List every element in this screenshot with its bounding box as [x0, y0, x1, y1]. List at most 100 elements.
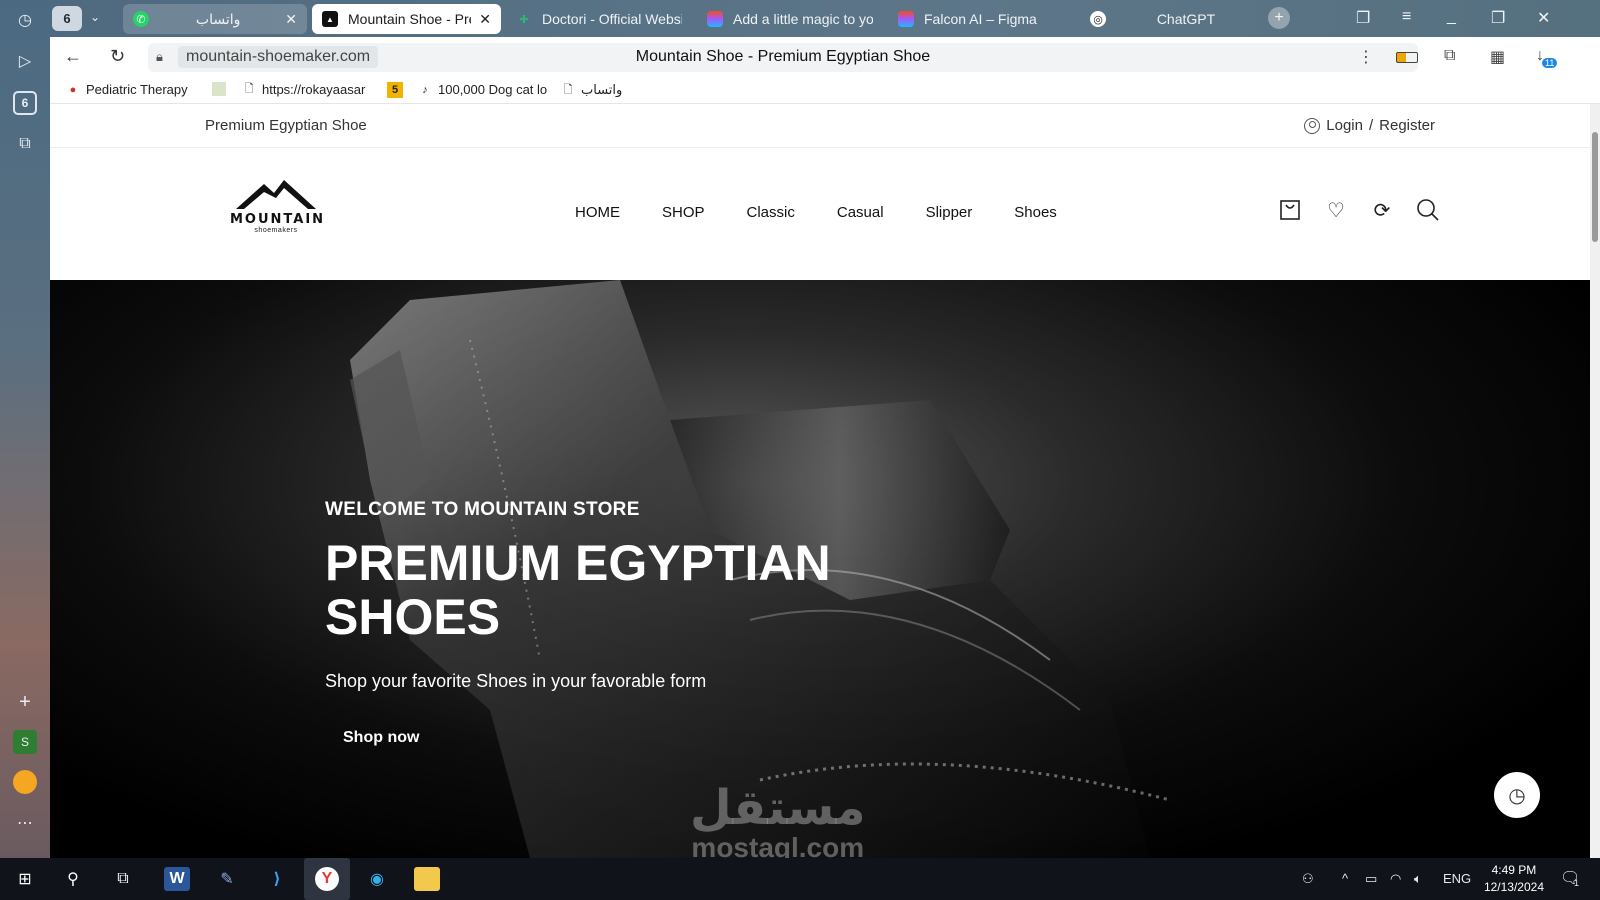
more-options-icon[interactable]: ⋮ — [1358, 47, 1374, 67]
tray-chevron-icon[interactable]: ^ — [1342, 871, 1348, 886]
close-icon[interactable]: ✕ — [479, 11, 491, 28]
nav-casual[interactable]: Casual — [837, 204, 884, 221]
battery-extension-icon[interactable] — [1396, 52, 1418, 63]
site-topbar: Premium Egyptian Shoe Login / Register — [50, 104, 1590, 148]
language-indicator[interactable]: ENG — [1443, 871, 1471, 886]
bookmarks-bar: ● Pediatric Therapy 🗋︎ https://rokayaasa… — [50, 77, 1600, 104]
nav-classic[interactable]: Classic — [747, 204, 795, 221]
figma-icon — [898, 11, 914, 27]
extension-icon[interactable]: ▦ — [1490, 47, 1505, 67]
tab-whatsapp[interactable]: ✆ واتساب ✕ — [123, 4, 307, 34]
tab-label: Add a little magic to your — [733, 11, 873, 27]
people-icon[interactable]: ⚇ — [1302, 871, 1314, 887]
logo-wordmark: MOUNTAIN — [230, 212, 326, 227]
task-view-icon[interactable]: ⧉ — [110, 867, 136, 891]
tab-bar: 6 ⌄ ✆ واتساب ✕ ▲ Mountain Shoe - Premium… — [50, 0, 1600, 37]
nav-slipper[interactable]: Slipper — [926, 204, 973, 221]
header-actions: ♡ ⟳ — [1278, 198, 1440, 222]
compare-icon[interactable]: ⟳ — [1370, 198, 1394, 222]
minimize-icon[interactable]: _ — [1447, 8, 1456, 26]
wishlist-heart-icon[interactable]: ♡ — [1324, 198, 1348, 222]
bookmark-whatsapp[interactable]: 🗋︎ واتساب — [561, 82, 623, 98]
scroll-thumb[interactable] — [1592, 132, 1598, 242]
tab-count-button[interactable]: 6 — [52, 6, 82, 31]
five-favicon: 5 — [387, 82, 403, 98]
file-explorer-icon[interactable] — [414, 867, 440, 891]
tab-label: ChatGPT — [1156, 11, 1216, 27]
vscode-icon[interactable]: ⟩ — [264, 867, 290, 891]
cart-icon[interactable] — [1278, 198, 1302, 222]
new-tab-icon[interactable]: + — [1268, 7, 1290, 29]
tab-mountain-shoe[interactable]: ▲ Mountain Shoe - Premium Egyptian Shoe … — [312, 4, 501, 34]
history-icon[interactable]: ◷ — [13, 8, 37, 32]
download-count-badge: 11 — [1542, 58, 1558, 68]
bookmark-image[interactable] — [212, 82, 232, 96]
url-field[interactable]: 🔒︎ mountain-shoemaker.com Mountain Shoe … — [148, 43, 1418, 72]
bookmark-dog-cat[interactable]: ♪ 100,000 Dog cat lo — [418, 82, 548, 97]
page-scrollbar[interactable] — [1590, 104, 1600, 858]
search-icon[interactable] — [1416, 198, 1440, 222]
tab-falcon-figma[interactable]: Falcon AI – Figma — [888, 4, 1074, 34]
menu-icon[interactable]: ≡ — [1402, 8, 1411, 26]
url-text[interactable]: mountain-shoemaker.com — [178, 46, 379, 68]
add-panel-icon[interactable]: + — [13, 690, 37, 714]
nav-home[interactable]: HOME — [575, 204, 620, 221]
pediatric-favicon: ● — [69, 83, 77, 96]
app-orb-icon[interactable] — [13, 770, 37, 794]
login-link[interactable]: Login — [1326, 117, 1363, 134]
tab-label: واتساب — [195, 10, 241, 27]
register-link[interactable]: Register — [1379, 117, 1435, 134]
back-icon[interactable]: ← — [64, 46, 82, 67]
tab-collections-icon[interactable]: ❐ — [1356, 8, 1370, 28]
word-icon[interactable]: W — [164, 867, 190, 891]
system-clock[interactable]: 4:49 PM 12/13/2024 — [1484, 862, 1544, 896]
chatgpt-icon: ◎ — [1090, 11, 1106, 27]
tab-count-badge[interactable]: 6 — [13, 91, 37, 115]
windows-start-icon[interactable]: ⊞ — [12, 867, 38, 891]
nav-shop[interactable]: SHOP — [662, 204, 705, 221]
tab-doctori[interactable]: ✚ Doctori - Official Website — [506, 4, 692, 34]
wifi-icon[interactable]: ◠ — [1390, 871, 1401, 887]
hero-headline: PREMIUM EGYPTIAN SHOES — [325, 535, 831, 645]
chevron-down-icon[interactable]: ⌄ — [90, 10, 100, 24]
close-icon[interactable]: ✕ — [285, 11, 297, 28]
watermark-arabic: مستقل — [690, 782, 866, 835]
login-register: Login / Register — [1304, 117, 1435, 134]
tab-label: Doctori - Official Website — [542, 11, 682, 27]
translate-icon[interactable]: ⧉ — [1444, 47, 1455, 65]
clock-date: 12/13/2024 — [1483, 880, 1544, 894]
more-dots-icon[interactable]: ⋯ — [13, 811, 37, 835]
site-tagline: Premium Egyptian Shoe — [205, 117, 367, 134]
shop-now-button[interactable]: Shop now — [325, 720, 437, 756]
edge-icon[interactable]: ◉ — [364, 867, 390, 891]
media-play-icon[interactable]: ▷ — [13, 49, 37, 73]
search-icon[interactable]: ⚲ — [60, 867, 86, 891]
shopify-icon[interactable]: S — [13, 730, 37, 754]
user-icon — [1304, 117, 1321, 134]
tab-chatgpt[interactable]: ◎ ChatGPT — [1080, 4, 1266, 34]
address-bar: ← ↻ 🔒︎ mountain-shoemaker.com Mountain S… — [50, 37, 1600, 77]
yandex-browser-icon[interactable]: Y — [304, 858, 350, 900]
page-icon: 🗋︎ — [563, 83, 573, 96]
screenshot-icon[interactable]: ⧉ — [13, 132, 37, 156]
restore-icon[interactable]: ❐ — [1491, 8, 1505, 28]
clock-time: 4:49 PM — [1491, 863, 1537, 877]
page-icon: 🗋︎ — [244, 83, 254, 95]
windows-taskbar: ⊞ ⚲ ⧉ W ✎ ⟩ Y ◉ ⚇ ^ ▭ ◠ 🔈︎ ENG 4:49 PM 1… — [0, 858, 1600, 900]
doctori-favicon: ✚ — [519, 13, 529, 26]
battery-icon[interactable]: ▭ — [1365, 871, 1377, 887]
tab-label: Falcon AI – Figma — [924, 11, 1037, 27]
bookmark-pediatric-therapy[interactable]: ● Pediatric Therapy — [66, 82, 188, 97]
window-close-icon[interactable]: ✕ — [1537, 8, 1550, 28]
history-clock-icon[interactable]: ◷ — [1494, 772, 1540, 818]
bookmark-five[interactable]: 5 — [387, 82, 409, 98]
paint-icon[interactable]: ✎ — [214, 867, 240, 891]
bookmark-rokayaasar[interactable]: 🗋︎ https://rokayaasar — [242, 82, 375, 97]
tab-figma-magic[interactable]: Add a little magic to your — [697, 4, 883, 34]
hero-banner: WELCOME TO MOUNTAIN STORE PREMIUM EGYPTI… — [50, 280, 1590, 858]
nav-shoes[interactable]: Shoes — [1014, 204, 1057, 221]
volume-icon[interactable]: 🔈︎ — [1414, 871, 1422, 887]
site-logo[interactable]: MOUNTAIN shoemakers — [230, 178, 326, 248]
bookmark-label: https://rokayaasar — [262, 82, 366, 97]
reload-icon[interactable]: ↻ — [110, 46, 125, 67]
